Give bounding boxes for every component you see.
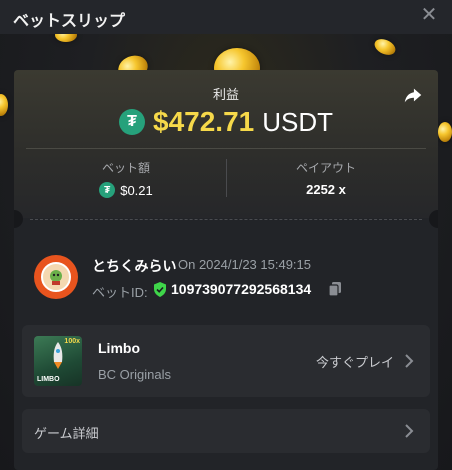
game-thumb-multiplier: 100x	[64, 338, 80, 345]
usdt-icon: ₮	[119, 109, 145, 135]
profit-row: ₮ $472.71 USDT	[14, 104, 438, 140]
titlebar: ベットスリップ ✕	[0, 0, 452, 34]
profit-amount: $472.71	[153, 106, 255, 137]
avatar[interactable]	[34, 255, 78, 299]
bet-amount-value-row: ₮ $0.21	[26, 182, 226, 198]
stats-box: ベット額 ₮ $0.21 ペイアウト 2252 x	[26, 148, 426, 210]
coin-decoration	[372, 36, 398, 58]
character-icon	[50, 270, 62, 285]
bet-timestamp: On 2024/1/23 15:49:15	[178, 257, 312, 272]
game-details-row[interactable]: ゲーム詳細	[22, 409, 430, 453]
close-icon[interactable]: ✕	[420, 5, 438, 25]
game-provider: BC Originals	[98, 367, 171, 382]
bet-amount-stat: ベット額 ₮ $0.21	[26, 159, 226, 198]
game-thumbnail: 100x LIMBO	[34, 336, 82, 386]
avatar-image	[41, 262, 71, 292]
bet-id-value: 109739077292568134	[171, 281, 312, 297]
bet-amount-value: $0.21	[120, 182, 153, 198]
coin-decoration	[0, 94, 8, 116]
bet-id-label: ベットID:	[92, 285, 148, 300]
game-name: Limbo	[98, 340, 140, 356]
usdt-icon: ₮	[99, 182, 116, 198]
payout-label: ペイアウト	[295, 161, 356, 175]
verified-shield-icon	[154, 282, 166, 297]
coin-decoration	[438, 122, 452, 142]
coin-decoration	[55, 34, 77, 42]
bet-amount-label: ベット額	[101, 161, 150, 175]
bet-slip-card: 利益 ₮ $472.71 USDT ベット額 ₮ $0.21 ペイアウト 225…	[14, 70, 438, 470]
share-icon[interactable]	[402, 84, 424, 106]
user-name[interactable]: とちくみらい	[92, 256, 177, 276]
ticket-divider	[30, 219, 422, 220]
chevron-right-icon	[405, 424, 414, 438]
profit-currency: USDT	[262, 106, 333, 137]
window-title: ベットスリップ	[13, 13, 126, 30]
rocket-icon	[53, 342, 63, 369]
payout-stat: ペイアウト 2252 x	[226, 159, 426, 197]
chevron-right-icon	[405, 354, 414, 368]
profit-section: 利益 ₮ $472.71 USDT ベット額 ₮ $0.21 ペイアウト 225…	[14, 70, 438, 218]
game-details-label: ゲーム詳細	[34, 426, 99, 441]
play-now-link[interactable]: 今すぐプレイ	[316, 352, 394, 371]
payout-value: 2252 x	[306, 182, 346, 197]
copy-icon[interactable]	[327, 281, 343, 297]
game-thumb-label: LIMBO	[37, 376, 60, 383]
game-row[interactable]: 100x LIMBO Limbo BC Originals 今すぐプレイ	[22, 325, 430, 397]
ticket-notch	[429, 210, 438, 228]
profit-label: 利益	[212, 87, 239, 102]
